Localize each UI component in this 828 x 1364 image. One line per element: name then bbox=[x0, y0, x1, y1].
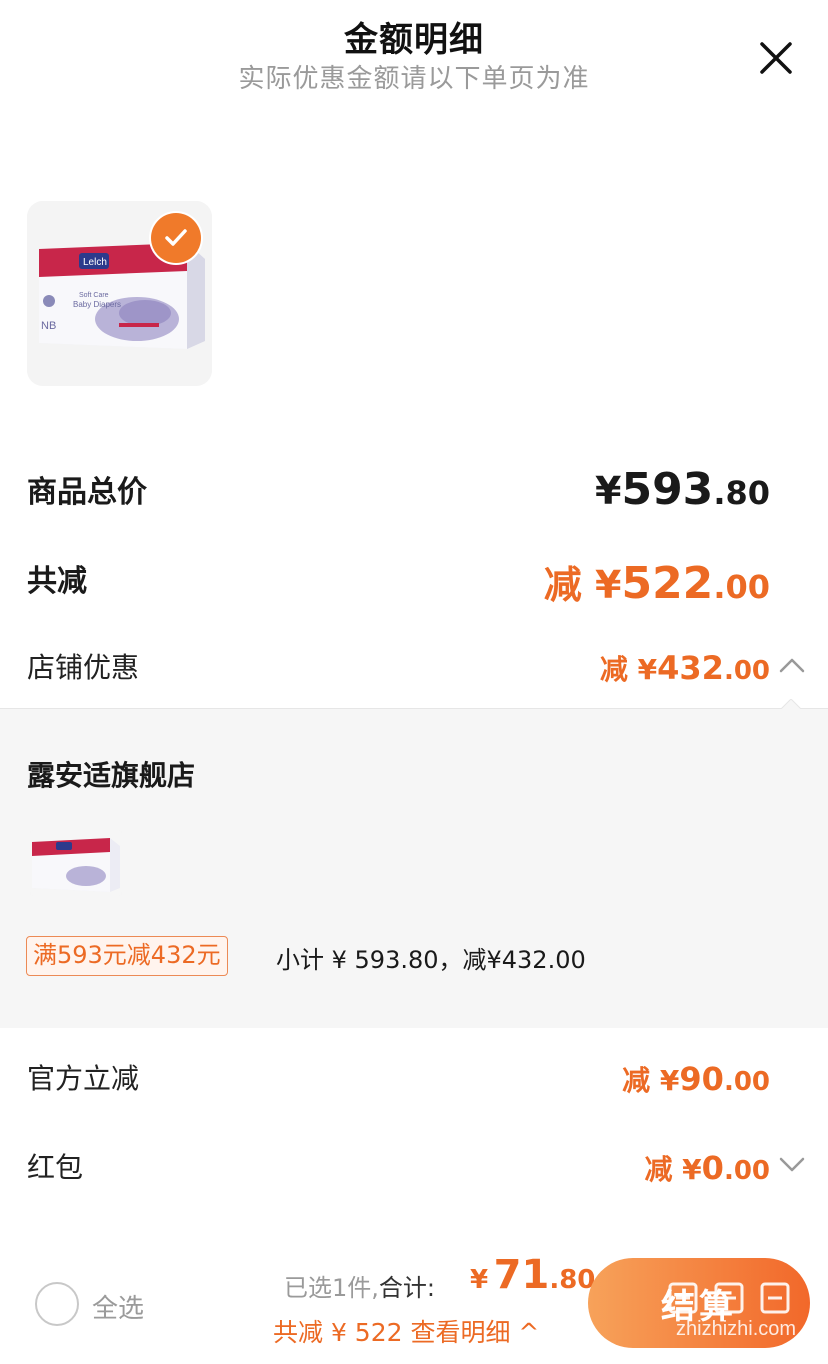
amount-integer: 432 bbox=[657, 649, 724, 687]
selected-count-text: 已选1件, bbox=[284, 1274, 379, 1302]
redpack-amount[interactable]: 减 ¥0.00 bbox=[644, 1148, 770, 1188]
official-discount-label: 官方立减 bbox=[27, 1062, 140, 1095]
view-detail-link[interactable]: 共减 ¥ 522 查看明细 ^ bbox=[273, 1313, 539, 1349]
page-title: 金额明细 bbox=[344, 20, 484, 60]
svg-text:Baby Diapers: Baby Diapers bbox=[73, 300, 121, 309]
select-all-radio[interactable] bbox=[35, 1282, 79, 1326]
official-discount-amount: 减 ¥90.00 bbox=[622, 1059, 770, 1099]
select-all-label[interactable]: 全选 bbox=[92, 1288, 144, 1325]
store-name: 露安适旗舰店 bbox=[27, 759, 196, 792]
reduce-prefix: 减 ¥ bbox=[644, 1153, 702, 1186]
amount-decimal: .00 bbox=[713, 568, 770, 606]
product-selected-badge[interactable] bbox=[151, 213, 201, 263]
goods-total-amount: ¥593.80 bbox=[595, 464, 770, 515]
svg-text:Soft Care: Soft Care bbox=[79, 292, 109, 299]
currency-symbol: ¥ bbox=[595, 469, 622, 513]
check-icon bbox=[165, 229, 187, 246]
header: 金额明细 实际优惠金额请以下单页为准 bbox=[0, 0, 828, 110]
redpack-label: 红包 bbox=[27, 1151, 84, 1184]
amount-detail-page: 金额明细 实际优惠金额请以下单页为准 Lelch Soft Care Baby … bbox=[0, 0, 828, 1364]
amount-integer: 0 bbox=[701, 1149, 724, 1187]
watermark-logo bbox=[668, 1282, 790, 1314]
chevron-up-icon[interactable] bbox=[778, 656, 806, 674]
store-discount-amount[interactable]: 减 ¥432.00 bbox=[600, 648, 770, 688]
close-button[interactable] bbox=[754, 36, 798, 80]
page-subtitle: 实际优惠金额请以下单页为准 bbox=[238, 64, 590, 94]
amount-integer: 90 bbox=[679, 1060, 724, 1098]
total-reduce-amount: 减 ¥522.00 bbox=[544, 554, 770, 609]
total-amount: ¥ 71.80 bbox=[470, 1252, 595, 1298]
amount-decimal: .00 bbox=[723, 656, 770, 686]
promo-tag: 满593元减432元 bbox=[26, 936, 228, 976]
goods-total-label: 商品总价 bbox=[27, 475, 147, 510]
watermark-text: zhizhizhi.com bbox=[676, 1318, 797, 1340]
amount-integer: 71 bbox=[493, 1252, 550, 1298]
amount-decimal: .80 bbox=[713, 474, 770, 512]
svg-text:NB: NB bbox=[41, 320, 56, 332]
currency-symbol: ¥ bbox=[470, 1265, 489, 1295]
amount-decimal: .80 bbox=[549, 1265, 596, 1295]
store-subtotal: 小计 ¥ 593.80，减¥432.00 bbox=[276, 946, 586, 974]
close-icon bbox=[760, 42, 792, 74]
chevron-down-icon[interactable] bbox=[778, 1156, 806, 1174]
selected-count: 已选1件,合计: bbox=[284, 1268, 435, 1303]
reduce-prefix: 减 ¥ bbox=[599, 653, 658, 686]
amount-decimal: .00 bbox=[723, 1156, 770, 1186]
total-reduce-label: 共减 bbox=[27, 564, 87, 599]
store-discount-label: 店铺优惠 bbox=[27, 651, 140, 684]
panel-pointer bbox=[781, 699, 801, 709]
reduce-prefix: 减 ¥ bbox=[543, 563, 622, 607]
svg-text:Lelch: Lelch bbox=[83, 257, 107, 268]
reduce-prefix: 减 ¥ bbox=[622, 1064, 680, 1097]
amount-integer: 593 bbox=[621, 464, 714, 515]
store-product-thumbnail[interactable] bbox=[30, 830, 122, 896]
amount-integer: 522 bbox=[621, 558, 714, 609]
amount-decimal: .00 bbox=[723, 1067, 770, 1097]
total-label: 合计: bbox=[378, 1274, 435, 1302]
